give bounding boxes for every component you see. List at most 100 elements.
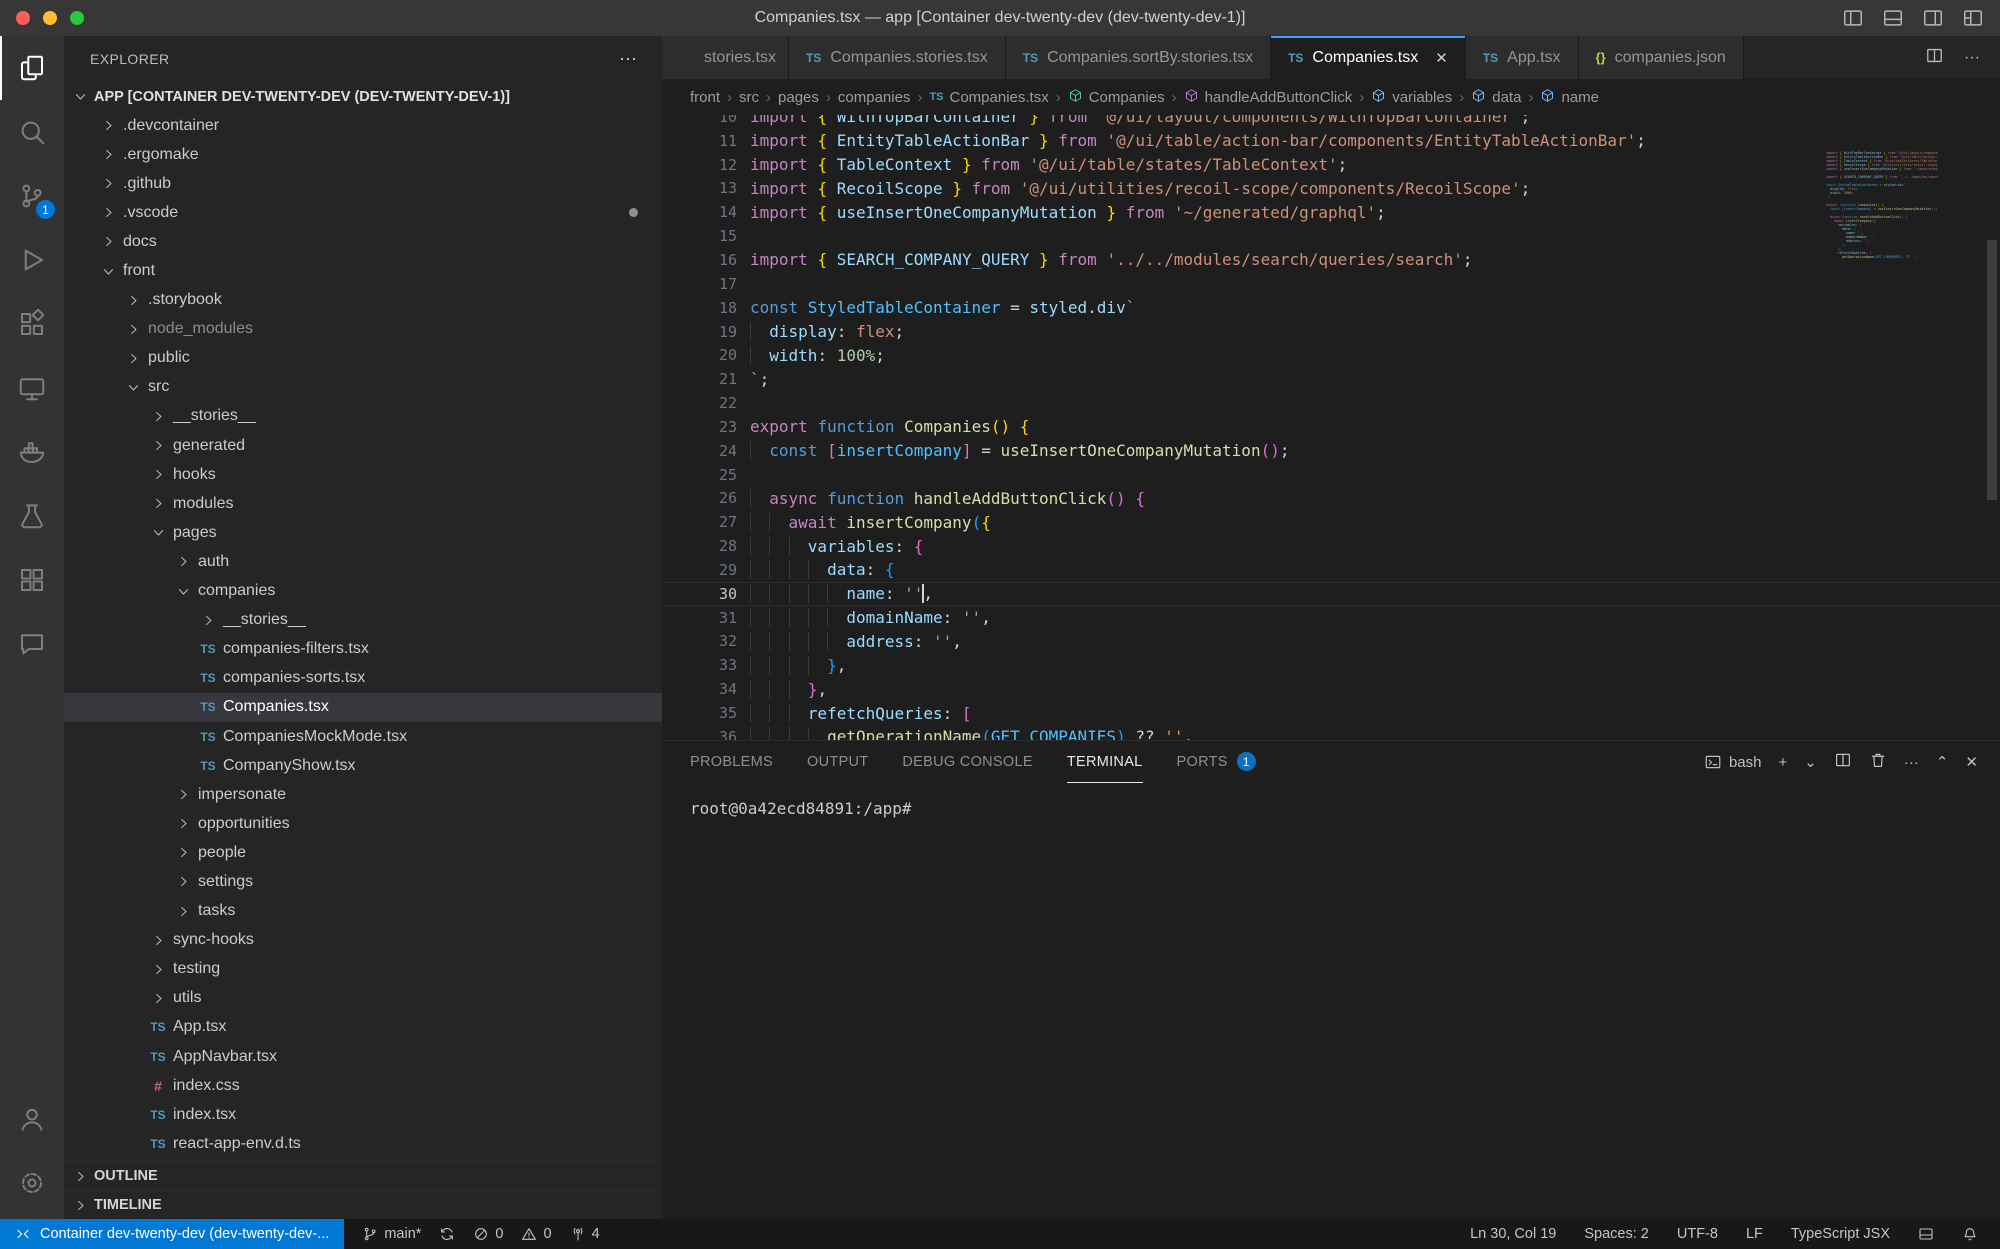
split-editor-button[interactable] bbox=[1925, 46, 1944, 70]
code-line-32[interactable]: 32 address: '', bbox=[662, 630, 2000, 654]
code-line-13[interactable]: 13import { RecoilScope } from '@/ui/util… bbox=[662, 177, 2000, 201]
code-line-20[interactable]: 20 width: 100%; bbox=[662, 343, 2000, 367]
panel-tab-debug-console[interactable]: DEBUG CONSOLE bbox=[902, 741, 1032, 783]
code-line-33[interactable]: 33 }, bbox=[662, 653, 2000, 677]
tree-item-front[interactable]: front bbox=[64, 256, 662, 285]
panel-tab-ports[interactable]: PORTS1 bbox=[1177, 741, 1256, 783]
tab-App.tsx[interactable]: TSApp.tsx bbox=[1466, 36, 1579, 79]
status-indentation[interactable]: Spaces: 2 bbox=[1584, 1226, 1649, 1242]
code-line-30[interactable]: 30 name: '', bbox=[662, 582, 2000, 606]
code-line-28[interactable]: 28 variables: { bbox=[662, 534, 2000, 558]
tree-item-CompaniesMockMode.tsx[interactable]: TSCompaniesMockMode.tsx bbox=[64, 722, 662, 751]
code-line-24[interactable]: 24 const [insertCompany] = useInsertOneC… bbox=[662, 439, 2000, 463]
code-line-25[interactable]: 25 bbox=[662, 463, 2000, 487]
tab-stories.tsx[interactable]: stories.tsx bbox=[662, 36, 789, 79]
code-line-10[interactable]: 10import { WithTopBarContainer } from '@… bbox=[662, 115, 2000, 129]
status-eol-sequence[interactable]: LF bbox=[1746, 1226, 1763, 1242]
toggle-panel-button[interactable] bbox=[1880, 5, 1906, 31]
close-panel-button[interactable]: ✕ bbox=[1965, 753, 1978, 771]
breadcrumb-item-companies[interactable]: companies bbox=[838, 89, 911, 106]
tree-item-opportunities[interactable]: opportunities bbox=[64, 809, 662, 838]
tree-item-src[interactable]: src bbox=[64, 373, 662, 402]
activity-item-search[interactable] bbox=[0, 100, 64, 164]
activity-item-explorer[interactable] bbox=[0, 36, 64, 100]
explorer-more-actions-icon[interactable]: ⋯ bbox=[619, 49, 638, 70]
code-line-23[interactable]: 23export function Companies() { bbox=[662, 415, 2000, 439]
breadcrumb-item-Companies.tsx[interactable]: TSCompanies.tsx bbox=[929, 89, 1048, 106]
code-line-12[interactable]: 12import { TableContext } from '@/ui/tab… bbox=[662, 153, 2000, 177]
tree-item-sync-hooks[interactable]: sync-hooks bbox=[64, 926, 662, 955]
customize-layout-button[interactable] bbox=[1960, 5, 1986, 31]
panel-tab-problems[interactable]: PROBLEMS bbox=[690, 741, 773, 783]
status-sync-changes[interactable] bbox=[439, 1226, 455, 1242]
tree-item-utils[interactable]: utils bbox=[64, 984, 662, 1013]
tab-companies.json[interactable]: {}companies.json bbox=[1579, 36, 1744, 79]
tree-item-.ergomake[interactable]: .ergomake bbox=[64, 140, 662, 169]
code-line-18[interactable]: 18const StyledTableContainer = styled.di… bbox=[662, 296, 2000, 320]
split-terminal-button[interactable] bbox=[1834, 751, 1852, 773]
tree-item-tasks[interactable]: tasks bbox=[64, 897, 662, 926]
activity-item-extensions[interactable] bbox=[0, 292, 64, 356]
tree-item-CompanyShow.tsx[interactable]: TSCompanyShow.tsx bbox=[64, 751, 662, 780]
breadcrumb-item-front[interactable]: front bbox=[690, 89, 720, 106]
tree-item-hooks[interactable]: hooks bbox=[64, 460, 662, 489]
tree-item-docs[interactable]: docs bbox=[64, 227, 662, 256]
tree-item-pages[interactable]: pages bbox=[64, 518, 662, 547]
breadcrumb-item-Companies[interactable]: Companies bbox=[1068, 88, 1165, 107]
toggle-sidebar-left-button[interactable] bbox=[1840, 5, 1866, 31]
status-cursor-position[interactable]: Ln 30, Col 19 bbox=[1470, 1226, 1556, 1242]
tree-item-__stories__[interactable]: __stories__ bbox=[64, 402, 662, 431]
code-editor[interactable]: 10import { WithTopBarContainer } from '@… bbox=[662, 115, 2000, 740]
status-language-mode[interactable]: TypeScript JSX bbox=[1791, 1226, 1890, 1242]
tree-item-App.tsx[interactable]: TSApp.tsx bbox=[64, 1013, 662, 1042]
terminal-profile-dropdown-button[interactable]: ⌄ bbox=[1804, 753, 1817, 771]
close-window-button[interactable] bbox=[16, 11, 30, 25]
tree-item-index.tsx[interactable]: TSindex.tsx bbox=[64, 1100, 662, 1129]
panel-tab-terminal[interactable]: TERMINAL bbox=[1067, 741, 1143, 783]
terminal-more-actions-button[interactable]: ··· bbox=[1904, 754, 1919, 771]
zoom-window-button[interactable] bbox=[70, 11, 84, 25]
more-actions-button[interactable]: ··· bbox=[1964, 49, 1980, 67]
tree-item-modules[interactable]: modules bbox=[64, 489, 662, 518]
status-editor-layout[interactable] bbox=[1918, 1226, 1934, 1242]
activity-item-accounts[interactable] bbox=[0, 1087, 64, 1151]
tree-item-AppNavbar.tsx[interactable]: TSAppNavbar.tsx bbox=[64, 1042, 662, 1071]
code-line-34[interactable]: 34 }, bbox=[662, 677, 2000, 701]
activity-item-comments[interactable] bbox=[0, 612, 64, 676]
maximize-panel-button[interactable]: ⌃ bbox=[1936, 753, 1949, 771]
activity-item-source-control[interactable]: 1 bbox=[0, 164, 64, 228]
tab-Companies.sortBy.stories.tsx[interactable]: TSCompanies.sortBy.stories.tsx bbox=[1006, 36, 1271, 79]
tree-item-people[interactable]: people bbox=[64, 838, 662, 867]
sidebar-section-outline[interactable]: OUTLINE bbox=[64, 1161, 662, 1190]
code-line-14[interactable]: 14import { useInsertOneCompanyMutation }… bbox=[662, 200, 2000, 224]
tab-Companies.stories.tsx[interactable]: TSCompanies.stories.tsx bbox=[789, 36, 1006, 79]
minimap[interactable]: import { WithTopBarContainer } from '@/u… bbox=[1826, 115, 1938, 740]
status-problems-warnings[interactable]: 0 bbox=[521, 1226, 551, 1242]
status-encoding[interactable]: UTF-8 bbox=[1677, 1226, 1718, 1242]
code-line-36[interactable]: 36 getOperationName(GET_COMPANIES) ?? ''… bbox=[662, 725, 2000, 740]
code-line-26[interactable]: 26 async function handleAddButtonClick()… bbox=[662, 487, 2000, 511]
editor-scrollbar[interactable] bbox=[1987, 240, 1997, 500]
tree-item-.devcontainer[interactable]: .devcontainer bbox=[64, 111, 662, 140]
activity-item-manage[interactable] bbox=[0, 1151, 64, 1215]
tree-item-Companies.tsx[interactable]: TSCompanies.tsx bbox=[64, 693, 662, 722]
code-line-17[interactable]: 17 bbox=[662, 272, 2000, 296]
activity-item-testing[interactable] bbox=[0, 484, 64, 548]
tree-item-public[interactable]: public bbox=[64, 344, 662, 373]
activity-item-docker[interactable] bbox=[0, 420, 64, 484]
code-line-11[interactable]: 11import { EntityTableActionBar } from '… bbox=[662, 129, 2000, 153]
kill-terminal-button[interactable] bbox=[1869, 751, 1887, 773]
tree-item-.github[interactable]: .github bbox=[64, 169, 662, 198]
tree-item-settings[interactable]: settings bbox=[64, 867, 662, 896]
tree-item-companies-filters.tsx[interactable]: TScompanies-filters.tsx bbox=[64, 635, 662, 664]
close-tab-icon[interactable]: ✕ bbox=[1435, 49, 1448, 67]
tree-item-generated[interactable]: generated bbox=[64, 431, 662, 460]
tree-item-.vscode[interactable]: .vscode bbox=[64, 198, 662, 227]
tree-item-impersonate[interactable]: impersonate bbox=[64, 780, 662, 809]
breadcrumb-item-src[interactable]: src bbox=[739, 89, 759, 106]
status-git-branch[interactable]: main* bbox=[362, 1226, 421, 1242]
tree-item-__stories__[interactable]: __stories__ bbox=[64, 606, 662, 635]
code-line-22[interactable]: 22 bbox=[662, 391, 2000, 415]
tree-item-testing[interactable]: testing bbox=[64, 955, 662, 984]
tree-item-react-app-env.d.ts[interactable]: TSreact-app-env.d.ts bbox=[64, 1129, 662, 1158]
